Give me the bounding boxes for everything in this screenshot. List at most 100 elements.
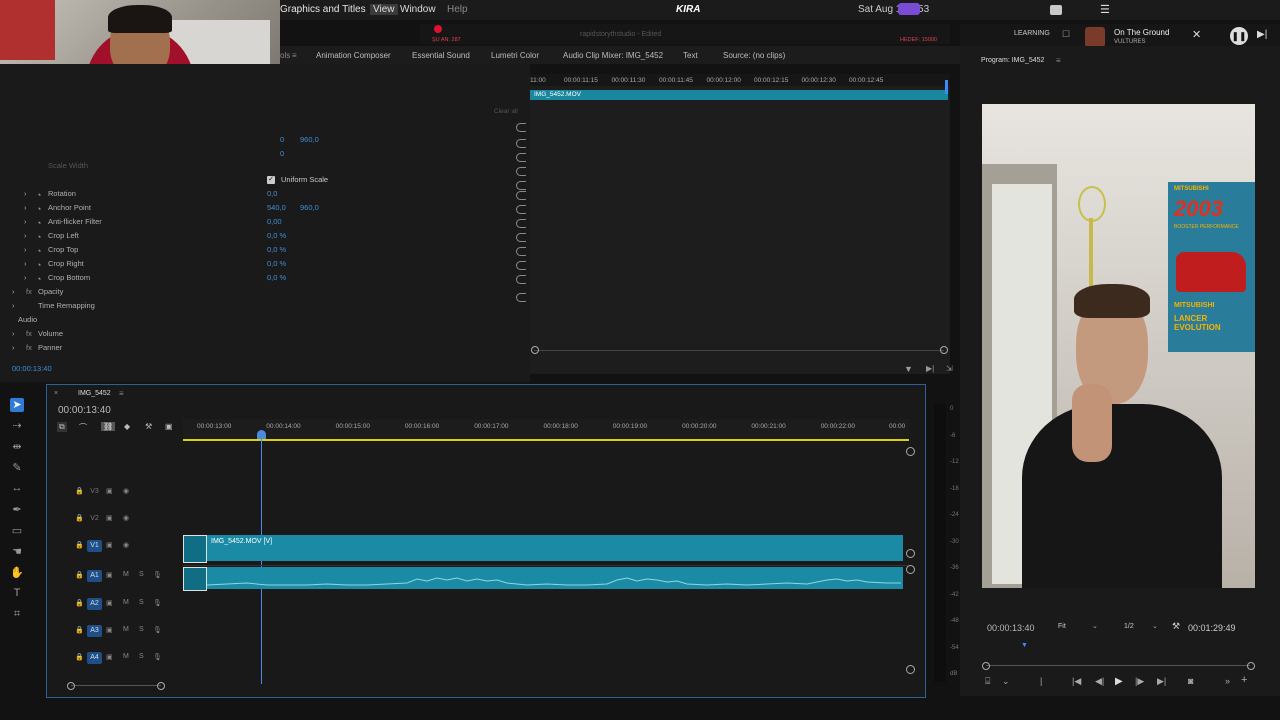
ec-zoom-bar[interactable]	[534, 350, 944, 351]
mute-button[interactable]: M	[123, 599, 129, 606]
stopwatch-icon[interactable]: ◔	[36, 245, 41, 257]
stopwatch-icon[interactable]: ◔	[36, 259, 41, 271]
screen-record-icon[interactable]	[898, 3, 920, 15]
zoom-handle-right[interactable]	[157, 682, 165, 690]
stopwatch-icon[interactable]: ◔	[36, 273, 41, 285]
eye-icon[interactable]: ◉	[123, 487, 129, 495]
tab-lumetri-color[interactable]: Lumetri Color	[491, 51, 539, 60]
go-to-out-icon[interactable]: ▶|	[1157, 676, 1166, 687]
work-area-bar[interactable]	[183, 439, 909, 441]
timeline-playhead-handle[interactable]	[257, 430, 266, 439]
mic-icon[interactable]: 🎙	[153, 599, 162, 607]
solo-button[interactable]: S	[139, 571, 144, 578]
fit-dropdown[interactable]: Fit	[1058, 623, 1066, 630]
workspace-menu-icon[interactable]: ☐	[1062, 29, 1070, 40]
program-playhead[interactable]: ▼	[1021, 642, 1028, 649]
reset-icon[interactable]	[516, 219, 526, 228]
linked-selection-icon[interactable]: ⛓	[101, 422, 116, 431]
row-toggle[interactable]: ›	[24, 216, 27, 228]
reset-icon[interactable]	[516, 205, 526, 214]
scrub-handle-left[interactable]	[982, 662, 990, 670]
clear-all-button[interactable]: Clear all	[494, 106, 518, 118]
volume-toggle[interactable]: ›	[12, 328, 15, 340]
track-target-v2[interactable]: V2	[87, 513, 102, 525]
vscroll-handle-top[interactable]	[906, 447, 915, 456]
resolution-dropdown[interactable]: 1/2	[1124, 623, 1134, 630]
pen-tool-icon[interactable]: ✒	[10, 503, 24, 517]
ripple-edit-tool-icon[interactable]: ⇹	[10, 440, 24, 454]
track-target-a3[interactable]: A3	[87, 625, 102, 637]
vscroll-handle[interactable]	[906, 549, 915, 558]
stopwatch-icon[interactable]: ◔	[36, 231, 41, 243]
add-button-icon[interactable]: +	[1241, 674, 1247, 686]
captions-icon[interactable]: ▣	[165, 422, 173, 431]
timeline-timecode[interactable]: 00:00:13:40	[58, 405, 111, 416]
mute-button[interactable]: M	[123, 626, 129, 633]
close-icon[interactable]: ×	[54, 390, 58, 397]
panner-toggle[interactable]: ›	[12, 342, 15, 354]
solo-button[interactable]: S	[139, 626, 144, 633]
lock-icon[interactable]: 🔒	[75, 514, 84, 522]
effect-controls-timecode[interactable]: 00:00:13:40	[12, 363, 52, 375]
ec-zoom-handle-left[interactable]	[531, 346, 539, 354]
type-tool-icon[interactable]: T	[10, 587, 24, 601]
reset-icon[interactable]	[516, 275, 526, 284]
hand-tool-icon[interactable]: ☚	[10, 545, 24, 559]
eye-icon[interactable]: ◉	[123, 541, 129, 549]
sync-icon[interactable]: ▣	[106, 487, 113, 495]
row-toggle[interactable]: ›	[24, 272, 27, 284]
mark-in-icon[interactable]: |	[1040, 676, 1042, 686]
razor-tool-icon[interactable]: ✎	[10, 461, 24, 475]
menu-window[interactable]: Window	[400, 4, 436, 15]
sync-icon[interactable]: ▣	[106, 541, 113, 549]
track-target-v1[interactable]: V1	[87, 540, 102, 552]
reset-icon[interactable]	[516, 181, 526, 190]
property-value[interactable]: 0,00	[267, 216, 282, 228]
row-toggle[interactable]: ›	[24, 244, 27, 256]
chevron-down-icon[interactable]: ⌄	[1092, 622, 1098, 630]
tab-essential-sound[interactable]: Essential Sound	[412, 51, 470, 60]
control-center-icon[interactable]: ☰	[1100, 3, 1110, 16]
program-scrub-bar[interactable]	[986, 665, 1250, 666]
next-track-icon[interactable]: ▶|	[1257, 29, 1267, 40]
hand-tool-2-icon[interactable]: ✋	[10, 566, 24, 580]
solo-button[interactable]: S	[139, 653, 144, 660]
track-select-tool-icon[interactable]: ⇢	[10, 419, 24, 433]
sync-icon[interactable]: ▣	[106, 653, 113, 661]
sync-icon[interactable]: ▣	[106, 626, 113, 634]
sync-icon[interactable]: ▣	[106, 599, 113, 607]
wrench-icon[interactable]: ⚒	[145, 422, 152, 431]
lock-icon[interactable]: 🔒	[75, 626, 84, 634]
menu-graphics-titles[interactable]: Graphics and Titles	[280, 4, 366, 15]
ec-zoom-handle-right[interactable]	[940, 346, 948, 354]
reset-icon[interactable]	[516, 123, 526, 132]
go-to-in-icon[interactable]: |◀	[1072, 676, 1081, 687]
timeline-zoom-bar[interactable]	[71, 685, 161, 686]
ec-clip-bar[interactable]: IMG_5452.MOV	[530, 90, 948, 100]
wrench-icon[interactable]: ⚒	[1172, 621, 1180, 632]
property-value[interactable]: 540,0	[267, 202, 286, 214]
stopwatch-icon[interactable]: ◔	[36, 203, 41, 215]
tab-controls-partial[interactable]: ols	[280, 51, 290, 60]
zoom-handle-left[interactable]	[67, 682, 75, 690]
lock-icon[interactable]: 🔒	[75, 541, 84, 549]
row-toggle[interactable]: ›	[24, 202, 27, 214]
caption-tool-icon[interactable]: ⌗	[10, 608, 24, 622]
tab-animation-composer[interactable]: Animation Composer	[316, 51, 391, 60]
mute-button[interactable]: M	[123, 571, 129, 578]
uniform-scale-checkbox[interactable]: ✓	[267, 176, 275, 184]
workspace-label[interactable]: LEARNING	[1014, 30, 1050, 37]
close-icon[interactable]: ✕	[1192, 28, 1201, 41]
tab-text[interactable]: Text	[683, 51, 698, 60]
chevron-down-icon[interactable]: ⌄	[1152, 622, 1158, 630]
property-value-2[interactable]: 960,0	[300, 202, 319, 214]
row-toggle[interactable]: ›	[24, 230, 27, 242]
play-icon[interactable]: ▶	[1115, 676, 1123, 687]
reset-icon[interactable]	[516, 191, 526, 200]
sync-icon[interactable]: ▣	[106, 514, 113, 522]
reset-icon[interactable]	[516, 293, 526, 302]
track-target-v3[interactable]: V3	[87, 486, 102, 498]
program-menu-icon[interactable]: ≡	[1056, 56, 1061, 65]
vscroll-handle-bottom[interactable]	[906, 665, 915, 674]
scale-value[interactable]: 0	[280, 148, 284, 160]
